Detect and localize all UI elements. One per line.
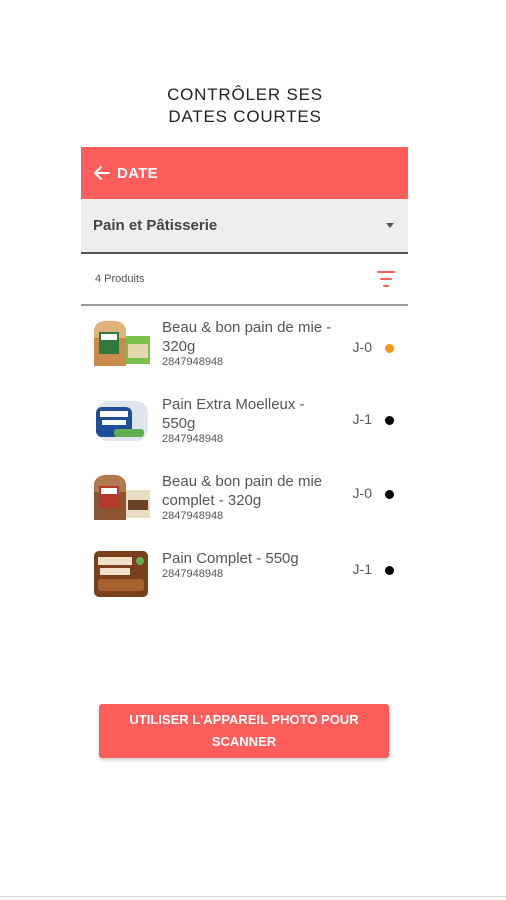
category-selected-value: Pain et Pâtisserie [93, 217, 218, 234]
days-left-label: J-0 [352, 339, 372, 355]
page-title-line-2: DATES COURTES [168, 107, 322, 126]
days-left-label: J-1 [352, 411, 372, 427]
product-barcode: 2847948948 [162, 356, 224, 368]
product-image [90, 316, 154, 370]
product-list: Beau & bon pain de mie - 320g 2847948948… [81, 316, 408, 624]
product-count: 4 Produits [95, 273, 145, 285]
product-name-line-1: Beau & bon pain de mie - [162, 319, 332, 336]
product-name-line-1: Pain Complet - 550g [162, 550, 299, 567]
product-row[interactable]: Beau & bon pain de mie complet - 320g 28… [81, 470, 408, 547]
product-info: Pain Extra Moelleux - 550g 2847948948 [162, 395, 347, 446]
scan-button-line-2: SCANNER [211, 734, 277, 749]
arrow-left-icon[interactable] [93, 164, 111, 182]
product-image [90, 547, 154, 601]
screen: CONTRÔLER SES DATES COURTES DATE Pain et… [0, 0, 506, 900]
product-name-line-1: Pain Extra Moelleux - [162, 396, 305, 413]
product-name-line-2: complet - 320g [162, 492, 262, 509]
page-title: CONTRÔLER SES DATES COURTES [0, 84, 490, 128]
status-dot [385, 566, 394, 575]
product-info: Beau & bon pain de mie - 320g 2847948948 [162, 318, 347, 369]
product-barcode: 2847948948 [162, 433, 224, 445]
product-row[interactable]: Beau & bon pain de mie - 320g 2847948948… [81, 316, 408, 393]
product-info: Beau & bon pain de mie complet - 320g 28… [162, 472, 347, 523]
product-barcode: 2847948948 [162, 568, 224, 580]
days-left-label: J-0 [352, 485, 372, 501]
product-name-line-1: Beau & bon pain de mie [162, 473, 323, 490]
dropdown-caret-icon [386, 223, 394, 228]
product-image [90, 393, 154, 447]
scan-camera-button[interactable]: UTILISER L'APPAREIL PHOTO POUR SCANNER [99, 704, 389, 758]
product-name-line-2: 320g [162, 338, 196, 355]
category-select[interactable]: Pain et Pâtisserie [81, 199, 408, 254]
bottom-divider [0, 896, 506, 897]
list-header: 4 Produits [81, 254, 408, 306]
filter-icon[interactable] [376, 271, 396, 287]
days-left-label: J-1 [352, 561, 372, 577]
app-bar-title: DATE [117, 164, 158, 182]
scan-button-line-1: UTILISER L'APPAREIL PHOTO POUR [129, 712, 359, 727]
product-barcode: 2847948948 [162, 510, 224, 522]
page-title-line-1: CONTRÔLER SES [167, 85, 323, 104]
product-row[interactable]: Pain Extra Moelleux - 550g 2847948948 J-… [81, 393, 408, 470]
status-dot [385, 344, 394, 353]
product-name-line-2: 550g [162, 415, 196, 432]
product-info: Pain Complet - 550g 2847948948 [162, 549, 347, 581]
status-dot [385, 416, 394, 425]
status-dot [385, 490, 394, 499]
app-bar: DATE [81, 147, 408, 199]
product-image [90, 470, 154, 524]
date-card: DATE Pain et Pâtisserie 4 Produits Beau … [81, 147, 408, 624]
product-row[interactable]: Pain Complet - 550g 2847948948 J-1 [81, 547, 408, 624]
